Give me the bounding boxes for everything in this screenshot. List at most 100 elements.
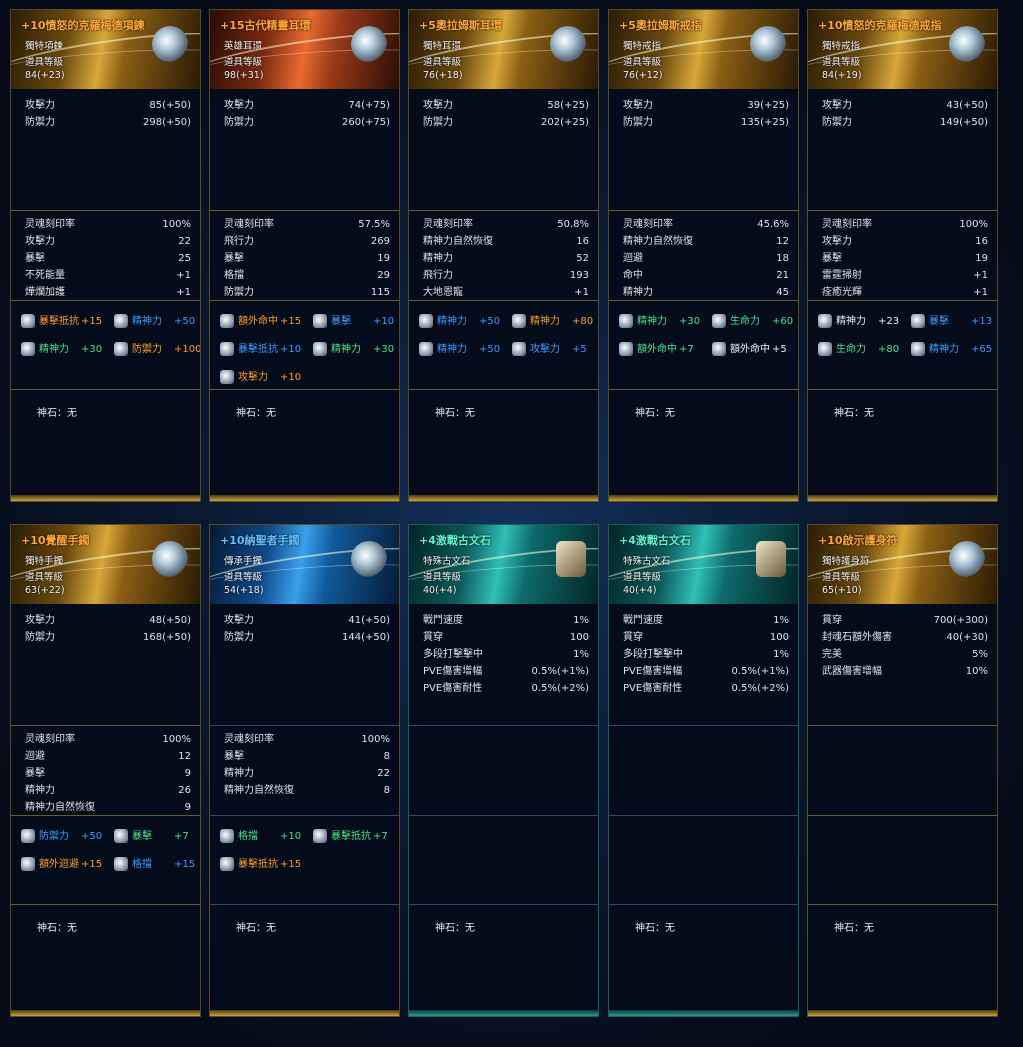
item-title: +5奧拉姆斯戒指	[619, 19, 702, 32]
stat-value: 48(+50)	[149, 615, 191, 626]
manastone-slot[interactable]: 精神力 +65	[911, 340, 997, 360]
manastone-slot[interactable]: 暴擊 +13	[911, 312, 997, 332]
manastone-icon	[818, 314, 832, 328]
item-card-header: +10憤怒的克羅梅德戒指 獨特戒指 道具等級 84(+19)	[808, 10, 997, 89]
manastone-value: +60	[772, 316, 794, 327]
soul-stat-row: 精神力自然恢復 8	[224, 783, 390, 799]
item-card[interactable]: +10憤怒的克羅梅德戒指 獨特戒指 道具等級 84(+19) 攻擊力 43(+50) 防禦力…	[807, 9, 998, 502]
item-card[interactable]: +4激戰古文石 特殊古文石 道具等級 40(+4) 戰鬥速度 1% 貫穿 100 多段打擊擊中 1…	[608, 524, 799, 1017]
section-divider	[609, 210, 798, 211]
stat-value: 41(+50)	[348, 615, 390, 626]
stat-name: 飛行力	[423, 270, 453, 281]
manastone-slot[interactable]: 精神力 +30	[313, 340, 399, 360]
manastone-slot[interactable]: 精神力 +23	[818, 312, 904, 332]
stat-value: 0.5%(+1%)	[531, 666, 589, 677]
godstone-label: 神石：无	[635, 408, 675, 419]
manastone-slot[interactable]: 攻擊力 +10	[220, 368, 306, 388]
manastone-slot[interactable]: 精神力 +80	[512, 312, 598, 332]
manastone-slot[interactable]: 格擋 +10	[220, 827, 306, 847]
manastone-icon	[220, 342, 234, 356]
manastone-slot[interactable]: 防禦力 +100	[114, 340, 200, 360]
stat-name: 灵魂刻印率	[25, 219, 75, 230]
item-title: +10啟示護身符	[818, 534, 898, 547]
item-card-header: +10啟示護身符 獨特護身符 道具等級 65(+10)	[808, 525, 997, 604]
manastone-slot[interactable]: 精神力 +50	[419, 312, 505, 332]
stat-value: 40(+30)	[946, 632, 988, 643]
manastone-slot[interactable]: 暴擊抵抗 +15	[21, 312, 107, 332]
stat-name: 燁爛加護	[25, 287, 65, 298]
stat-name: 攻擊力	[822, 236, 852, 247]
item-card[interactable]: +10納聖者手鐲 傳承手鐲 道具等級 54(+18) 攻擊力 41(+50) 防禦力 144(…	[209, 524, 400, 1017]
item-title: +5奧拉姆斯耳環	[419, 19, 502, 32]
stat-value: +1	[973, 287, 988, 298]
soul-stat-row: 不死能量 +1	[25, 268, 191, 284]
stat-value: 100%	[959, 219, 988, 230]
item-card[interactable]: +10憤怒的克羅梅德項鍊 獨特項鍊 道具等級 84(+23) 攻擊力 85(+50) 防禦力…	[10, 9, 201, 502]
section-divider	[808, 210, 997, 211]
stat-name: 不死能量	[25, 270, 65, 281]
stat-value: 700(+300)	[933, 615, 988, 626]
stat-name: 多段打擊擊中	[623, 649, 683, 660]
stat-value: 45	[776, 287, 789, 298]
item-card[interactable]: +15古代精靈耳環 英雄耳環 道具等級 98(+31) 攻擊力 74(+75) 防禦力 260…	[209, 9, 400, 502]
manastone-slot[interactable]: 生命力 +60	[712, 312, 798, 332]
godstone-label: 神石：无	[834, 923, 874, 934]
manastone-slot[interactable]: 精神力 +50	[114, 312, 200, 332]
stat-name: 灵魂刻印率	[623, 219, 673, 230]
item-level-label: 道具等級	[423, 57, 462, 68]
item-card[interactable]: +10啟示護身符 獨特護身符 道具等級 65(+10) 貫穿 700(+300) 封魂石額外…	[807, 524, 998, 1017]
manastone-slot[interactable]: 生命力 +80	[818, 340, 904, 360]
manastone-slot[interactable]: 精神力 +30	[619, 312, 705, 332]
item-card[interactable]: +5奧拉姆斯耳環 獨特耳環 道具等級 76(+18) 攻擊力 58(+25) 防禦力 202(…	[408, 9, 599, 502]
manastone-slot[interactable]: 暴擊 +10	[313, 312, 399, 332]
stat-name: 防禦力	[224, 287, 254, 298]
stat-name: 封魂石額外傷害	[822, 632, 892, 643]
stat-value: 0.5%(+2%)	[531, 683, 589, 694]
manastone-slot[interactable]: 暴擊抵抗 +7	[313, 827, 399, 847]
manastone-slot[interactable]: 暴擊抵抗 +10	[220, 340, 306, 360]
manastone-stat: 暴擊	[132, 831, 152, 842]
manastone-slot[interactable]: 暴擊抵抗 +15	[220, 855, 306, 875]
soul-stat-row: 暴擊 9	[25, 766, 191, 782]
soul-stat-row: 灵魂刻印率 100%	[25, 732, 191, 748]
card-bottom-bar	[609, 1010, 798, 1016]
manastone-slot[interactable]: 攻擊力 +5	[512, 340, 598, 360]
stat-name: 多段打擊擊中	[423, 649, 483, 660]
manastone-slot[interactable]: 額外命中 +15	[220, 312, 306, 332]
item-card[interactable]: +4激戰古文石 特殊古文石 道具等級 40(+4) 戰鬥速度 1% 貫穿 100 多段打擊擊中 1…	[408, 524, 599, 1017]
card-bottom-bar	[409, 1010, 598, 1016]
manastone-slot[interactable]: 精神力 +30	[21, 340, 107, 360]
manastone-value: +50	[479, 316, 501, 327]
bracelet-icon	[152, 541, 188, 577]
manastone-slot[interactable]: 額外迴避 +15	[21, 855, 107, 875]
manastone-value: +15	[81, 316, 103, 327]
manastone-slot[interactable]: 防禦力 +50	[21, 827, 107, 847]
manastone-slot[interactable]: 精神力 +50	[419, 340, 505, 360]
base-stat-row: 攻擊力 48(+50)	[25, 613, 191, 629]
manastone-slot[interactable]: 額外命中 +5	[712, 340, 798, 360]
card-bottom-bar	[11, 495, 200, 501]
section-divider	[210, 904, 399, 905]
manastone-slot[interactable]: 暴擊 +7	[114, 827, 200, 847]
section-divider	[11, 904, 200, 905]
soul-stat-row: 飛行力 193	[423, 268, 589, 284]
item-card[interactable]: +5奧拉姆斯戒指 獨特戒指 道具等級 76(+12) 攻擊力 39(+25) 防禦力 135(…	[608, 9, 799, 502]
section-divider	[210, 725, 399, 726]
card-bottom-bar	[808, 495, 997, 501]
manastone-stat: 精神力	[331, 344, 361, 355]
manastone-stat: 精神力	[637, 316, 667, 327]
stat-value: 144(+50)	[342, 632, 390, 643]
manastone-stat: 額外命中	[238, 316, 278, 327]
manastone-slot[interactable]: 額外命中 +7	[619, 340, 705, 360]
base-stat-row: 攻擊力 74(+75)	[224, 98, 390, 114]
item-card[interactable]: +10覺醒手鐲 獨特手鐲 道具等級 63(+22) 攻擊力 48(+50) 防禦力 168(+…	[10, 524, 201, 1017]
base-stat-row: 貫穿 700(+300)	[822, 613, 988, 629]
base-stat-row: 攻擊力 58(+25)	[423, 98, 589, 114]
stat-value: +1	[176, 287, 191, 298]
ring-icon	[750, 26, 786, 62]
stat-value: 5%	[972, 649, 988, 660]
soul-stat-row: 灵魂刻印率 100%	[25, 217, 191, 233]
card-bottom-bar	[11, 1010, 200, 1016]
manastone-slot[interactable]: 格擋 +15	[114, 855, 200, 875]
item-title: +10憤怒的克羅梅德項鍊	[21, 19, 145, 32]
